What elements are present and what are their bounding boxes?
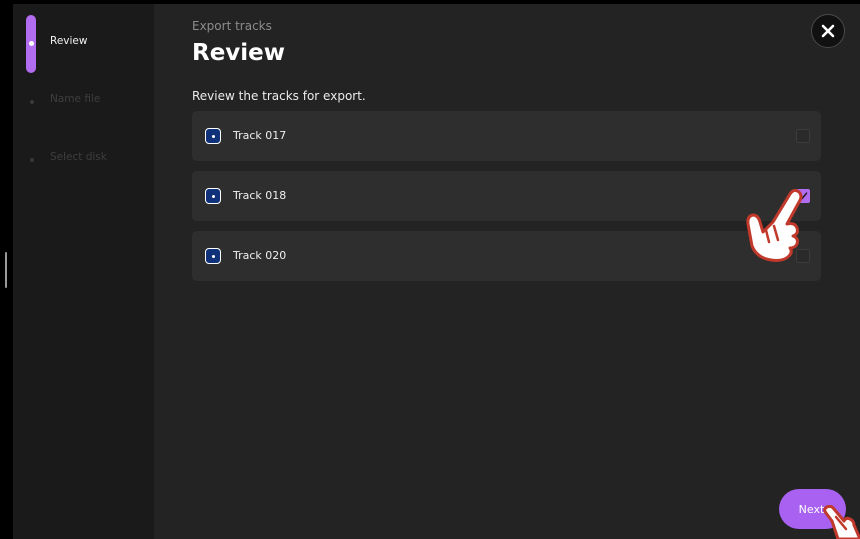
step-name-file[interactable]: Name file (13, 73, 154, 131)
close-button[interactable] (811, 14, 845, 48)
track-name: Track 018 (233, 189, 287, 202)
window-edge-handle[interactable] (5, 252, 7, 288)
page-subtitle: Review the tracks for export. (192, 89, 366, 103)
track-row[interactable]: Track 020 (192, 231, 821, 281)
window: Review Name file Select disk Export trac… (0, 0, 860, 539)
hand-pointer-icon (823, 505, 860, 539)
track-icon (205, 248, 221, 264)
step-label: Review (50, 35, 88, 47)
step-label: Name file (50, 93, 101, 105)
track-row[interactable]: Track 018 (192, 171, 821, 221)
track-icon (205, 188, 221, 204)
track-icon (205, 128, 221, 144)
hand-pointer-icon (746, 188, 803, 262)
step-dot (30, 100, 34, 104)
step-dot (30, 158, 34, 162)
page-title: Review (192, 40, 286, 66)
step-review[interactable]: Review (13, 15, 154, 73)
step-dot (29, 41, 34, 46)
step-label: Select disk (50, 151, 107, 163)
track-row[interactable]: Track 017 (192, 111, 821, 161)
track-checkbox[interactable] (796, 129, 810, 143)
track-name: Track 020 (233, 249, 287, 262)
close-icon (821, 24, 835, 38)
page-kicker: Export tracks (192, 19, 272, 33)
step-select-disk[interactable]: Select disk (13, 131, 154, 189)
track-name: Track 017 (233, 129, 287, 142)
